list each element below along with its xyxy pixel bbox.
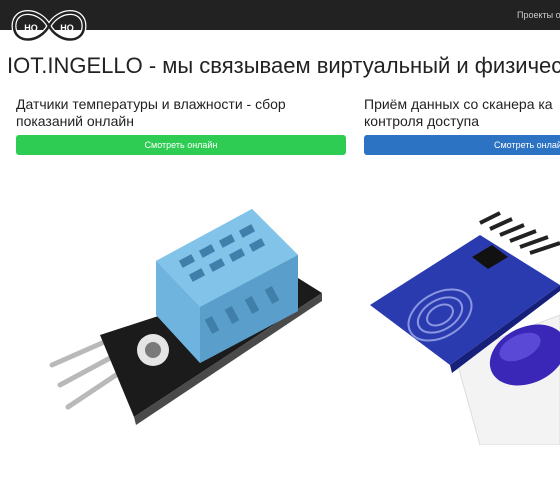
card-title-line: показаний онлайн [16,113,134,129]
view-online-button[interactable]: Смотреть онлай [364,135,560,155]
ingello-logo-icon[interactable]: HQ HQ [4,2,94,50]
view-online-button[interactable]: Смотреть онлайн [16,135,346,155]
card-title-line: Датчики температуры и влажности - сбор [16,96,286,112]
card-title-line: Приём данных со сканера ка [364,96,553,112]
card-title-temperature: Датчики температуры и влажности - сбор п… [16,96,286,130]
rfid-scanner-image [370,211,560,445]
page-title: IOT.INGELLO - мы связываем виртуальный и… [7,53,560,78]
logo-left-text: HQ [24,23,38,33]
card-title-rfid: Приём данных со сканера ка контроля дост… [364,96,553,130]
navbar: HQ HQ Проекты о [0,0,560,42]
logo-right-text: HQ [60,23,74,33]
nav-link-projects[interactable]: Проекты о [517,10,560,20]
dht11-sensor-image [49,209,322,425]
card-title-line: контроля доступа [364,113,480,129]
